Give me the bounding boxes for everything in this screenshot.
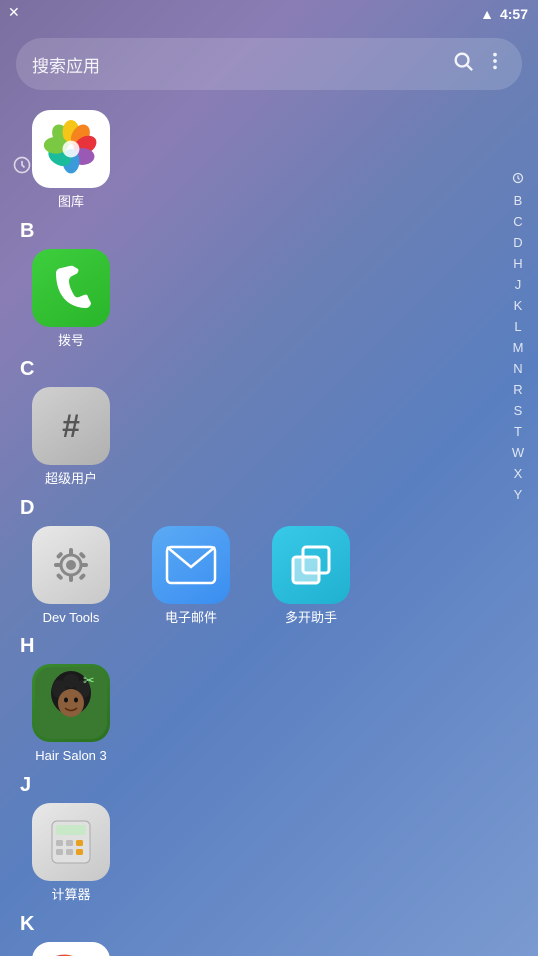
- alpha-C[interactable]: C: [511, 213, 524, 230]
- alpha-T[interactable]: T: [512, 423, 524, 440]
- app-item-email[interactable]: 电子邮件: [136, 526, 246, 626]
- alpha-B[interactable]: B: [512, 192, 525, 209]
- svg-text:G: G: [44, 945, 84, 956]
- section-H: H: [16, 635, 482, 764]
- app-item-gapp[interactable]: G: [16, 942, 126, 956]
- app-icon-hairsalon: ✂: [32, 664, 110, 742]
- alpha-N[interactable]: N: [511, 360, 524, 377]
- app-name-multiopen: 多开助手: [285, 610, 337, 626]
- apps-row-D: Dev Tools 电子邮件: [16, 526, 482, 626]
- section-label-C: C: [16, 358, 482, 381]
- app-name-superuser: 超级用户: [45, 471, 97, 487]
- app-list: 图库 B 拨号 C # 超级用户: [0, 110, 498, 956]
- section-label-H: H: [16, 635, 482, 658]
- status-time: 4:57: [500, 6, 528, 22]
- app-item-photos[interactable]: 图库: [16, 110, 126, 210]
- section-J: J: [16, 774, 482, 903]
- section-label-D: D: [16, 497, 482, 520]
- app-name-devtools: Dev Tools: [43, 610, 100, 626]
- app-icon-phone: [32, 249, 110, 327]
- app-icon-multiopen: [272, 526, 350, 604]
- app-name-hairsalon: Hair Salon 3: [35, 748, 107, 764]
- alpha-W[interactable]: W: [510, 444, 526, 461]
- status-right: ▲ 4:57: [480, 6, 528, 22]
- app-icon-calculator: [32, 803, 110, 881]
- app-item-calculator[interactable]: 计算器: [16, 803, 126, 903]
- alpha-H[interactable]: H: [511, 255, 524, 272]
- section-recent: 图库: [16, 110, 482, 210]
- apps-row-B: 拨号: [16, 249, 482, 349]
- wifi-icon: ▲: [480, 6, 494, 22]
- search-bar[interactable]: 搜索应用: [16, 38, 522, 90]
- apps-row-recent: 图库: [16, 110, 482, 210]
- alpha-X[interactable]: X: [512, 465, 525, 482]
- app-name-calculator: 计算器: [51, 887, 90, 903]
- apps-row-H: ✂ Hair Salon 3: [16, 664, 482, 764]
- section-C: C # 超级用户: [16, 358, 482, 487]
- section-B: B 拨号: [16, 220, 482, 349]
- alpha-M[interactable]: M: [511, 339, 526, 356]
- section-label-B: B: [16, 220, 482, 243]
- alpha-R[interactable]: R: [511, 381, 524, 398]
- app-icon-photos: [32, 110, 110, 188]
- app-item-devtools[interactable]: Dev Tools: [16, 526, 126, 626]
- app-name-photos: 图库: [58, 194, 84, 210]
- hash-icon: #: [62, 410, 80, 442]
- alpha-S[interactable]: S: [512, 402, 525, 419]
- app-name-email: 电子邮件: [165, 610, 217, 626]
- app-item-hairsalon[interactable]: ✂ Hair Salon 3: [16, 664, 126, 764]
- apps-row-J: 计算器: [16, 803, 482, 903]
- app-icon-devtools: [32, 526, 110, 604]
- section-label-K: K: [16, 913, 482, 936]
- app-item-phone[interactable]: 拨号: [16, 249, 126, 349]
- app-item-multiopen[interactable]: 多开助手: [256, 526, 366, 626]
- alpha-Y[interactable]: Y: [512, 486, 525, 503]
- alpha-L[interactable]: L: [512, 318, 523, 335]
- svg-text:✂: ✂: [83, 672, 95, 688]
- alpha-K[interactable]: K: [512, 297, 525, 314]
- section-D: D: [16, 497, 482, 626]
- alpha-clock[interactable]: [510, 170, 526, 188]
- app-icon-superuser: #: [32, 387, 110, 465]
- app-name-phone: 拨号: [58, 333, 84, 349]
- section-label-J: J: [16, 774, 482, 797]
- app-icon-email: [152, 526, 230, 604]
- status-bar: ▲ 4:57: [0, 0, 538, 28]
- apps-row-C: # 超级用户: [16, 387, 482, 487]
- alpha-D[interactable]: D: [511, 234, 524, 251]
- search-icon[interactable]: [452, 50, 474, 78]
- app-item-superuser[interactable]: # 超级用户: [16, 387, 126, 487]
- alphabet-index: B C D H J K L M N R S T W X Y: [502, 110, 534, 956]
- search-placeholder: 搜索应用: [32, 52, 442, 77]
- alpha-J[interactable]: J: [513, 276, 524, 293]
- section-K: K G: [16, 913, 482, 956]
- app-icon-g: G: [32, 942, 110, 956]
- more-options-icon[interactable]: [484, 50, 506, 78]
- apps-row-K: G: [16, 942, 482, 956]
